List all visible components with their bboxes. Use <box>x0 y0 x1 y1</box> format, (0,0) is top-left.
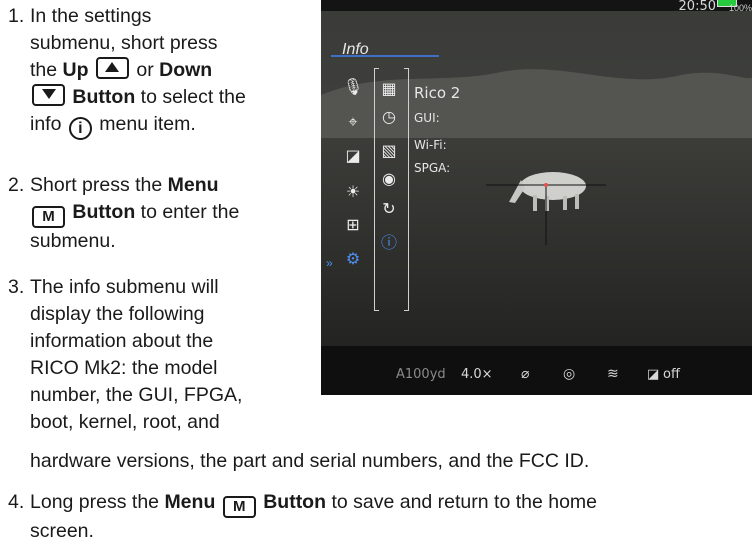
range-readout: A100yd <box>396 367 446 382</box>
display-off-icon: ◪ <box>647 367 660 382</box>
selected-arrow-icon: » <box>326 256 333 270</box>
divider-tick <box>404 68 409 69</box>
divider-tick <box>404 310 409 311</box>
step-text: In the settings submenu, short press the… <box>30 3 320 140</box>
brightness-icon[interactable]: ☀ <box>342 183 364 201</box>
down-key-icon <box>32 84 65 106</box>
title-underline <box>331 55 439 57</box>
menu-title: Info <box>342 41 369 58</box>
step-3-last-line: hardware versions, the part and serial n… <box>30 450 590 472</box>
step-text: Long press the Menu M Button to save and… <box>30 491 598 542</box>
palette-icon[interactable]: ▧ <box>378 142 400 160</box>
button-label: Button <box>72 86 136 108</box>
clock-icon[interactable]: ◷ <box>378 108 400 126</box>
divider-tick <box>374 310 379 311</box>
up-key-icon <box>95 57 129 79</box>
thermal-scene <box>321 0 752 395</box>
wifi-off-icon: ≋ <box>607 366 619 382</box>
step-number: 4. <box>8 491 25 513</box>
menu-divider <box>408 68 409 311</box>
menu-key-icon: M <box>32 206 65 228</box>
bottom-status-bar: A100yd 4.0× ⌀ ◎ ≋ ◪ off <box>321 346 752 395</box>
step-number: 3. <box>8 276 25 298</box>
clock-readout: 20:50 <box>678 0 716 14</box>
model-value: Rico 2 <box>414 84 461 102</box>
display-state: off <box>663 367 680 382</box>
up-label: Up <box>62 59 89 81</box>
menu-divider <box>374 68 375 311</box>
device-screenshot: 20:50 100% Info 🎙︎ ⌖ ◪ ☀ ⊞ » ⚙ ▦ ◷ ▧ ◉ ↻… <box>321 0 752 395</box>
calendar-icon[interactable]: ▦ <box>378 80 400 98</box>
button-label: Button <box>72 201 136 223</box>
menu-key-icon: M <box>222 496 256 518</box>
divider-tick <box>374 68 379 69</box>
step-number: 1. <box>8 5 25 27</box>
step-number: 2. <box>8 174 25 196</box>
display-off-icon[interactable]: ◪ <box>342 147 364 165</box>
record-icon: ◎ <box>563 366 576 382</box>
globe-icon[interactable]: ◉ <box>378 170 400 188</box>
step-text: Short press the Menu M Button to enter t… <box>30 174 240 252</box>
down-label: Down <box>159 59 213 81</box>
battery-label: 100% <box>728 3 752 13</box>
menu-label: Menu <box>167 174 219 196</box>
button-label: Button <box>263 491 327 513</box>
microphone-icon[interactable]: 🎙︎ <box>342 78 364 96</box>
settings-icon[interactable]: ⚙ <box>342 250 364 268</box>
crosshair-icon[interactable]: ⌖ <box>342 113 364 131</box>
eye-off-icon: ⌀ <box>521 366 530 382</box>
gui-value: GUI: <box>414 111 440 125</box>
zoom-readout: 4.0× <box>461 367 493 382</box>
menu-label: Menu <box>164 491 216 513</box>
reset-icon[interactable]: ↻ <box>378 200 400 218</box>
spga-value: SPGA: <box>414 161 451 175</box>
info-icon: i <box>68 117 92 140</box>
zoom-icon[interactable]: ⊞ <box>342 216 364 234</box>
info-icon[interactable]: ⓘ <box>378 234 400 252</box>
